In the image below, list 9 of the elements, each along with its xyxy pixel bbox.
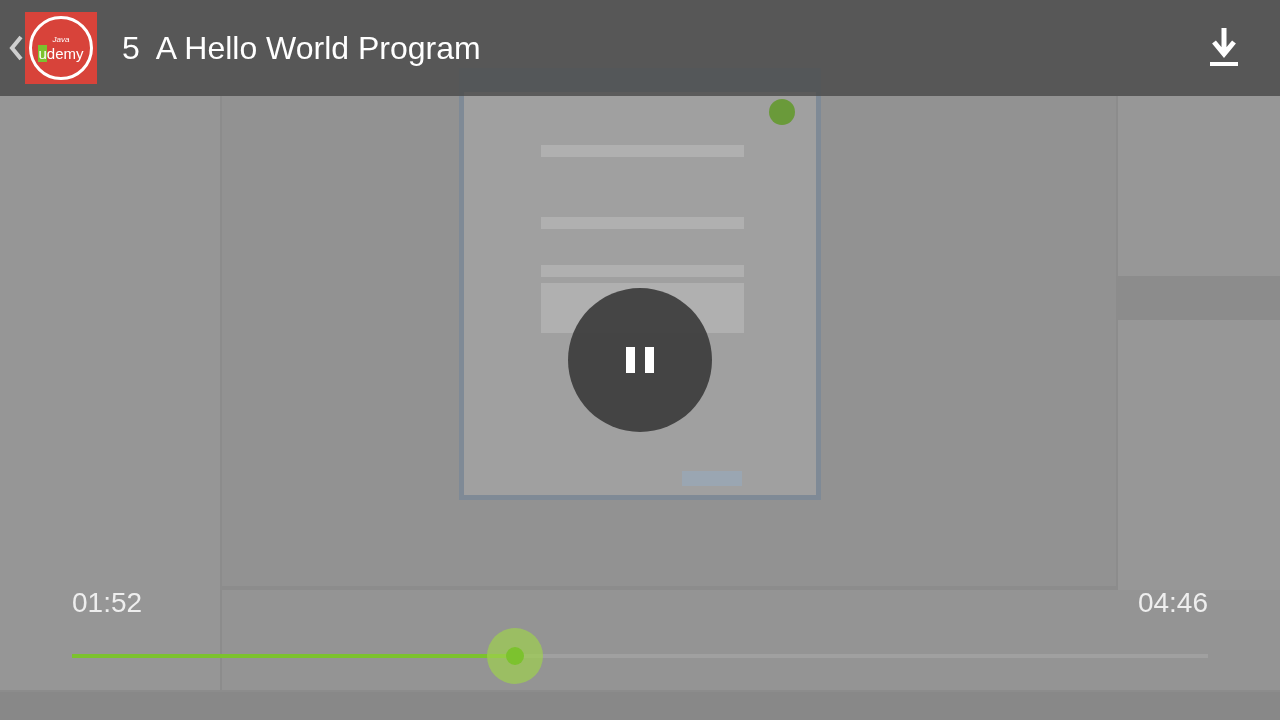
- logo-caption: Java: [52, 35, 70, 44]
- logo-wordmark: udemy: [38, 45, 84, 61]
- pause-icon: [626, 347, 654, 373]
- duration-time: 04:46: [1137, 586, 1208, 620]
- video-title: 5 A Hello World Program: [122, 32, 481, 64]
- progress-track[interactable]: [72, 654, 1208, 658]
- download-icon[interactable]: [1208, 28, 1240, 68]
- elapsed-time: 01:52: [72, 586, 143, 620]
- back-icon[interactable]: [8, 34, 24, 62]
